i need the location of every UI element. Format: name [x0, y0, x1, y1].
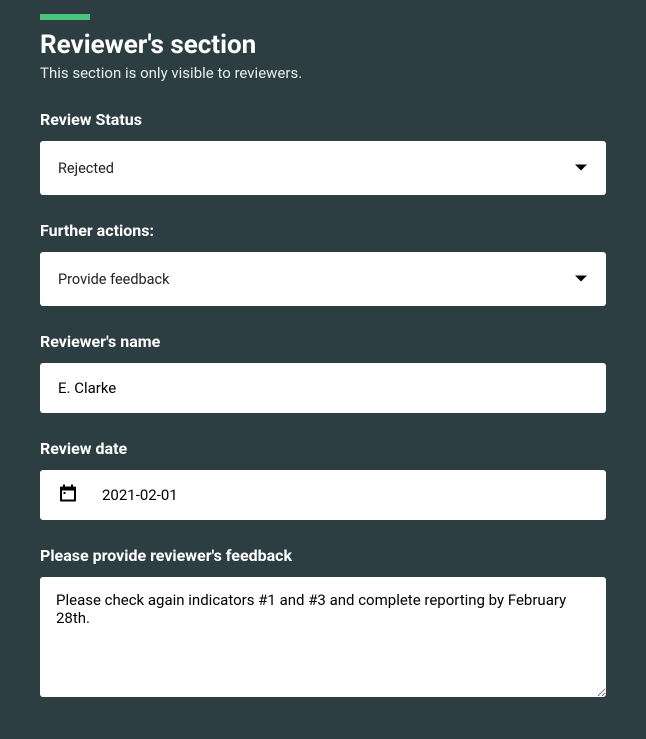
accent-bar [40, 14, 90, 20]
section-subtitle: This section is only visible to reviewer… [40, 64, 606, 82]
review-date-wrap [40, 470, 606, 520]
feedback-label: Please provide reviewer's feedback [40, 546, 606, 565]
review-date-group: Review date [40, 439, 606, 520]
further-actions-select[interactable]: Provide feedback [40, 252, 606, 306]
calendar-icon [60, 485, 76, 506]
review-status-label: Review Status [40, 110, 606, 129]
review-status-value: Rejected [58, 160, 114, 177]
review-status-select-wrap: Rejected [40, 141, 606, 195]
further-actions-label: Further actions: [40, 221, 606, 240]
reviewer-name-input[interactable] [40, 363, 606, 413]
further-actions-value: Provide feedback [58, 271, 170, 288]
review-date-input[interactable] [40, 470, 606, 520]
feedback-textarea[interactable] [40, 577, 606, 697]
review-status-select[interactable]: Rejected [40, 141, 606, 195]
feedback-group: Please provide reviewer's feedback [40, 546, 606, 701]
section-title: Reviewer's section [40, 30, 606, 60]
review-date-label: Review date [40, 439, 606, 458]
further-actions-select-wrap: Provide feedback [40, 252, 606, 306]
reviewer-name-label: Reviewer's name [40, 332, 606, 351]
reviewer-name-group: Reviewer's name [40, 332, 606, 413]
further-actions-group: Further actions: Provide feedback [40, 221, 606, 306]
review-status-group: Review Status Rejected [40, 110, 606, 195]
